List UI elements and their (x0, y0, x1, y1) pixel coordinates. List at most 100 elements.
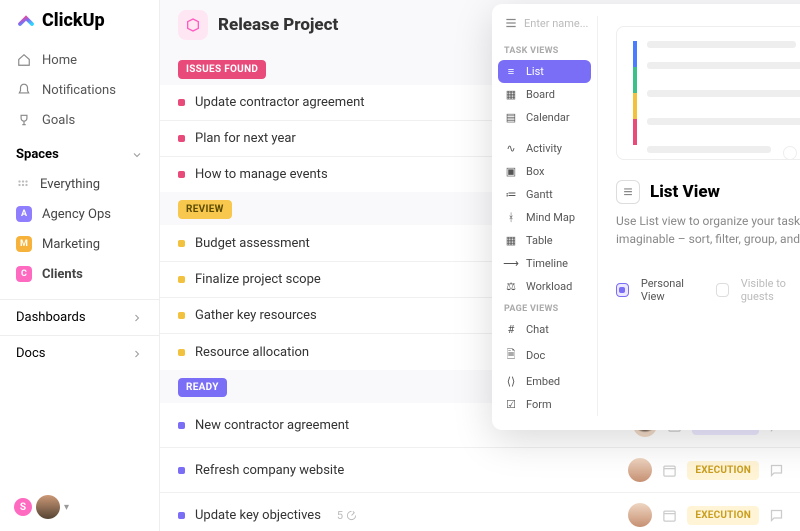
view-option-list[interactable]: ≡List (498, 60, 591, 83)
activity-icon: ∿ (504, 142, 518, 155)
user-badge: S (14, 498, 32, 516)
view-option-mindmap[interactable]: ᚼMind Map (492, 206, 597, 229)
view-search[interactable] (492, 16, 597, 40)
logo-icon (16, 11, 36, 31)
workload-icon: ⚖ (504, 280, 518, 293)
visible-guests-checkbox[interactable] (716, 283, 729, 297)
status-dot (178, 312, 185, 319)
mindmap-icon: ᚼ (504, 211, 518, 224)
status-dot (178, 512, 185, 519)
view-option-table[interactable]: ▦Table (492, 229, 597, 252)
list-view-heading: ≡ List View (616, 180, 800, 204)
view-option-box[interactable]: ▣Box (492, 160, 597, 183)
space-marketing[interactable]: M Marketing (0, 229, 159, 259)
comment-icon[interactable] (769, 508, 784, 523)
task-row[interactable]: Refresh company website EXECUTION (160, 447, 800, 492)
nav-goals[interactable]: Goals (0, 105, 159, 135)
view-option-workload[interactable]: ⚖Workload (492, 275, 597, 298)
status-dot (178, 349, 185, 356)
subtask-count[interactable]: 5 (337, 509, 357, 522)
status-dot (178, 99, 185, 106)
spaces-header[interactable]: Spaces (0, 135, 159, 170)
space-clients[interactable]: C Clients (0, 259, 159, 289)
home-icon (16, 52, 32, 68)
status-dot (178, 240, 185, 247)
space-avatar: C (16, 266, 32, 282)
group-label-ready[interactable]: READY (178, 378, 227, 397)
gantt-icon: ≔ (504, 188, 518, 201)
doc-icon: 🗎 (504, 346, 518, 365)
user-chip[interactable]: S ▾ (14, 495, 159, 519)
view-name-input[interactable] (524, 17, 594, 30)
group-label-review[interactable]: REVIEW (178, 200, 232, 219)
chevron-right-icon (131, 348, 143, 360)
view-option-timeline[interactable]: ⟶Timeline (492, 252, 597, 275)
space-agency-ops[interactable]: A Agency Ops (0, 199, 159, 229)
preview-lines (647, 41, 800, 145)
avatar[interactable] (628, 503, 652, 527)
list-icon: ≡ (504, 65, 518, 78)
project-icon (178, 10, 208, 40)
timeline-icon: ⟶ (504, 257, 518, 270)
view-option-embed[interactable]: ⟨⟩Embed (492, 370, 597, 393)
preview-color-strip (633, 41, 637, 145)
view-option-chat[interactable]: #Chat (492, 318, 597, 341)
popover-right: ≡ List View Use List view to organize yo… (598, 16, 800, 416)
nav-home[interactable]: Home (0, 45, 159, 75)
popover-left: TASK VIEWS ≡List ▦Board ▤Calendar ∿Activ… (492, 16, 598, 416)
chevron-down-icon (131, 149, 143, 161)
embed-icon: ⟨⟩ (504, 375, 518, 388)
sidebar-everything[interactable]: Everything (0, 170, 159, 199)
view-option-activity[interactable]: ∿Activity (492, 137, 597, 160)
avatar[interactable] (628, 458, 652, 482)
group-label-issues[interactable]: ISSUES FOUND (178, 60, 266, 79)
view-option-gantt[interactable]: ≔Gantt (492, 183, 597, 206)
tag-execution[interactable]: EXECUTION (687, 461, 759, 480)
main-content: Release Project ISSUES FOUND Update cont… (160, 0, 800, 531)
space-avatar: M (16, 236, 32, 252)
nav-notifications[interactable]: Notifications (0, 75, 159, 105)
calendar-icon[interactable] (662, 463, 677, 478)
list-icon: ≡ (616, 180, 640, 204)
table-icon: ▦ (504, 234, 518, 247)
status-dot (178, 276, 185, 283)
chevron-right-icon (131, 312, 143, 324)
status-dot (178, 171, 185, 178)
box-icon: ▣ (504, 165, 518, 178)
view-option-calendar[interactable]: ▤Calendar (492, 106, 597, 129)
personal-view-checkbox[interactable] (616, 283, 629, 297)
add-view-popover: TASK VIEWS ≡List ▦Board ▤Calendar ∿Activ… (492, 4, 800, 430)
logo: ClickUp (0, 0, 159, 45)
view-option-doc[interactable]: 🗎Doc (492, 341, 597, 370)
brand-text: ClickUp (42, 10, 105, 31)
list-preview (616, 26, 800, 160)
comment-icon[interactable] (769, 463, 784, 478)
chevron-down-icon: ▾ (64, 502, 69, 513)
task-row[interactable]: Update key objectives 5 EXECUTION (160, 492, 800, 531)
form-icon: ☑ (504, 398, 518, 411)
bell-icon (16, 82, 32, 98)
space-avatar: A (16, 206, 32, 222)
section-task-views: TASK VIEWS (492, 40, 597, 60)
calendar-icon: ▤ (504, 111, 518, 124)
board-icon: ▦ (504, 88, 518, 101)
status-dot (178, 467, 185, 474)
everything-icon (16, 178, 30, 192)
sidebar-docs[interactable]: Docs (0, 335, 159, 371)
avatar (36, 495, 60, 519)
sidebar: ClickUp Home Notifications Goals Spaces … (0, 0, 160, 531)
view-option-form[interactable]: ☑Form (492, 393, 597, 416)
sidebar-dashboards[interactable]: Dashboards (0, 299, 159, 335)
trophy-icon (16, 112, 32, 128)
section-page-views: PAGE VIEWS (492, 298, 597, 318)
status-dot (178, 422, 185, 429)
tag-execution[interactable]: EXECUTION (687, 506, 759, 525)
list-view-desc: Use List view to organize your tasks in … (616, 212, 800, 248)
project-title: Release Project (218, 15, 338, 35)
calendar-icon[interactable] (662, 508, 677, 523)
status-dot (178, 135, 185, 142)
list-icon (504, 16, 518, 30)
popover-footer: Personal View Visible to guests Add View (616, 268, 800, 312)
chat-icon: # (504, 323, 518, 336)
view-option-board[interactable]: ▦Board (492, 83, 597, 106)
